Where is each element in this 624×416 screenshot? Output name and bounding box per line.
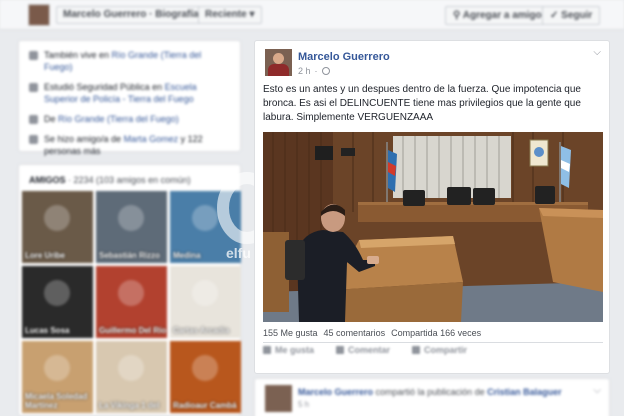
intro-card: También vive en Río Grande (Tierra del F… [18, 40, 241, 156]
divider [263, 342, 603, 343]
intro-link[interactable]: Marta Gomez [124, 134, 179, 144]
post-author-name[interactable]: Marcelo Guerrero [298, 51, 390, 63]
intro-text: Se hizo amigo/a de [44, 134, 124, 144]
add-friend-label: Agregar a amigos [462, 10, 548, 21]
friends-card: AMIGOS · 2234 (103 amigos en común) Lore… [18, 164, 241, 416]
post-stats: 155 Me gusta 45 comentarios Compartida 1… [263, 328, 481, 338]
intro-lives-in: También vive en Río Grande (Tierra del F… [29, 49, 232, 73]
friend-tile[interactable]: Guillermo Del Río [96, 266, 167, 338]
intro-text: También vive en [44, 50, 112, 60]
friend-name[interactable]: Medina [173, 251, 201, 260]
profile-thumbnail[interactable] [28, 4, 50, 26]
friend-photo [44, 205, 70, 231]
shares-count[interactable]: Compartida 166 veces [391, 328, 481, 338]
friend-tile[interactable]: Micaela Soledad Martínez [22, 341, 93, 413]
intro-studied: Estudió Seguridad Pública en Escuela Sup… [29, 81, 232, 105]
friend-name[interactable]: Micaela Soledad Martínez [25, 392, 93, 410]
next-post-avatar[interactable] [265, 385, 292, 412]
friend-name[interactable]: Cartas Arcadia [173, 326, 229, 335]
location-icon [29, 115, 38, 124]
friend-tile[interactable]: Lucas Sosa [22, 266, 93, 338]
friend-name[interactable]: Radioaur Cambá [173, 401, 237, 410]
friend-tile[interactable]: Sebastián Rizzo [96, 191, 167, 263]
sort-label: Reciente [205, 9, 247, 20]
intro-friends: Se hizo amigo/a de Marta Gomez y 122 per… [29, 133, 232, 157]
intro-from: De Río Grande (Tierra del Fuego) [29, 113, 232, 125]
avatar-body [268, 64, 289, 76]
post-time[interactable]: 2 h [298, 66, 311, 76]
post-photo[interactable] [263, 132, 603, 322]
friend-tile[interactable]: Radioaur Cambá [170, 341, 241, 413]
intro-link[interactable]: Río Grande (Tierra del Fuego) [58, 114, 179, 124]
friend-name[interactable]: Lucas Sosa [25, 326, 69, 335]
education-icon [29, 83, 38, 92]
post-author-avatar[interactable] [265, 49, 292, 76]
next-post-header: Marcelo Guerrero compartió la publicació… [298, 387, 562, 397]
friend-photo [118, 205, 144, 231]
friend-photo [118, 355, 144, 381]
friends-grid: Lore Uribe Sebastián Rizzo Medina Lucas Sos… [19, 191, 241, 413]
next-post-time: 5 h [298, 400, 310, 409]
comment-label: Comentar [348, 345, 391, 355]
comments-count[interactable]: 45 comentarios [324, 328, 386, 338]
like-button[interactable]: Me gusta [263, 345, 314, 355]
friend-photo [44, 355, 70, 381]
friends-count: 2234 (103 amigos en común) [73, 175, 191, 185]
next-post-target[interactable]: Cristian Balaguer [487, 387, 562, 397]
separator: · [314, 66, 318, 76]
courtroom-photo [263, 132, 603, 322]
section-label: Biografía [155, 9, 199, 20]
intro-text: De [44, 114, 59, 124]
like-label: Me gusta [275, 345, 315, 355]
home-icon [29, 51, 38, 60]
add-friend-button[interactable]: ⚲ Agregar a amigos [445, 6, 556, 25]
friends-title[interactable]: AMIGOS [29, 175, 66, 185]
post-actions: Me gusta Comentar Compartir [263, 345, 603, 355]
next-post-author[interactable]: Marcelo Guerrero [298, 387, 373, 397]
friend-name[interactable]: Lore Uribe [25, 251, 65, 260]
follow-icon: ✓ [550, 10, 562, 21]
comment-button[interactable]: Comentar [336, 345, 390, 355]
friend-tile[interactable]: Cartas Arcadia [170, 266, 241, 338]
share-button[interactable]: Compartir [412, 345, 467, 355]
profile-name-label: Marcelo Guerrero [63, 9, 147, 20]
friend-tile[interactable]: La Vikinga 1 del [96, 341, 167, 413]
friend-name[interactable]: Sebastián Rizzo [99, 251, 160, 260]
post-options-chevron-icon[interactable]: ⌵ [593, 47, 601, 58]
svg-text:elfu: elfu [226, 245, 251, 261]
post-meta: 2 h · [298, 66, 330, 76]
like-icon [263, 346, 271, 354]
friend-photo [44, 280, 70, 306]
follow-button[interactable]: ✓ Seguir [542, 6, 601, 25]
friend-name[interactable]: La Vikinga 1 del [99, 401, 159, 410]
friends-header: AMIGOS · 2234 (103 amigos en común) [19, 165, 240, 191]
chevron-down-icon[interactable]: ⌵ [593, 385, 601, 396]
globe-icon [321, 67, 330, 75]
friends-icon [29, 135, 38, 144]
share-icon [412, 346, 421, 354]
friend-photo [118, 280, 144, 306]
follow-label: Seguir [561, 10, 593, 21]
featured-post: Marcelo Guerrero 2 h · ⌵ Esto es un ante… [254, 40, 610, 374]
add-friend-icon: ⚲ [453, 10, 463, 21]
sort-dropdown[interactable]: Reciente ▾ [198, 6, 262, 24]
comment-icon [336, 346, 345, 354]
friend-name[interactable]: Guillermo Del Río [99, 326, 166, 335]
profile-name-dropdown[interactable]: Marcelo Guerrero · Biografía ▾ [56, 6, 214, 24]
next-post: Marcelo Guerrero compartió la publicació… [254, 378, 610, 416]
friend-photo [192, 280, 218, 306]
avatar-head [273, 53, 284, 64]
post-text: Esto es un antes y un despues dentro de … [263, 84, 581, 123]
next-post-verb: compartió la publicación de [375, 387, 485, 397]
chevron-down-icon: ▾ [249, 9, 255, 20]
share-label: Compartir [424, 345, 468, 355]
top-bar: Marcelo Guerrero · Biografía ▾ Reciente … [0, 0, 624, 30]
friend-photo [192, 355, 218, 381]
intro-text: Estudió Seguridad Pública en [44, 82, 165, 92]
friend-tile[interactable]: Lore Uribe [22, 191, 93, 263]
likes-count[interactable]: 155 Me gusta [263, 328, 318, 338]
